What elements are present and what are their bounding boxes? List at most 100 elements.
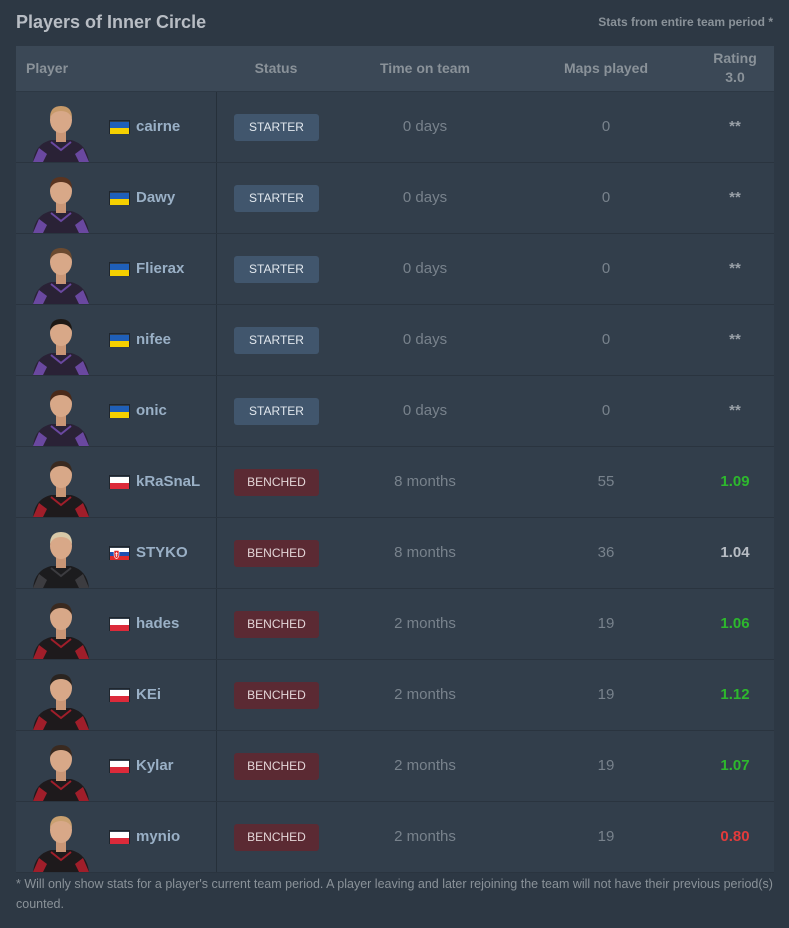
- time-on-team-value: 0 days: [402, 118, 448, 135]
- player-avatar[interactable]: [29, 169, 93, 233]
- player-avatar[interactable]: [29, 311, 93, 375]
- status-badge: BENCHED: [234, 540, 319, 567]
- player-avatar[interactable]: [29, 382, 93, 446]
- time-on-team-value: 2 months: [394, 828, 456, 845]
- rating-header-label: Rating: [713, 50, 757, 66]
- player-nickname-link[interactable]: Kylar: [136, 757, 174, 774]
- player-cell[interactable]: cairne: [16, 92, 217, 162]
- status-badge: BENCHED: [234, 824, 319, 851]
- rating-header-version: 3.0: [725, 69, 745, 85]
- rating-value: 1.12: [720, 686, 750, 703]
- maps-played-value: 0: [601, 331, 611, 348]
- player-cell[interactable]: Dawy: [16, 163, 217, 233]
- ukraine-flag-icon: [109, 404, 130, 418]
- time-on-team-value: 0 days: [402, 189, 448, 206]
- table-row: hades BENCHED 2 months 19 1.06: [16, 589, 774, 660]
- section-header: Players of Inner Circle Stats from entir…: [0, 0, 789, 46]
- time-on-team-value: 0 days: [402, 402, 448, 419]
- rating-value: **: [729, 402, 741, 419]
- rating-value: **: [729, 189, 741, 206]
- time-on-team-value: 2 months: [394, 757, 456, 774]
- maps-played-value: 0: [601, 260, 611, 277]
- table-row: onic STARTER 0 days 0 **: [16, 376, 774, 447]
- column-header-maps-played[interactable]: Maps played: [546, 60, 666, 76]
- table-body: cairne STARTER 0 days 0 ** Dawy STARTER 0 days 0…: [16, 92, 774, 873]
- player-avatar[interactable]: [29, 453, 93, 517]
- player-avatar[interactable]: [29, 808, 93, 872]
- rating-value: **: [729, 260, 741, 277]
- time-on-team-value: 2 months: [394, 686, 456, 703]
- maps-played-value: 0: [601, 402, 611, 419]
- table-row: Kylar BENCHED 2 months 19 1.07: [16, 731, 774, 802]
- player-avatar[interactable]: [29, 98, 93, 162]
- player-nickname-link[interactable]: Flierax: [136, 260, 184, 277]
- rating-value: **: [729, 118, 741, 135]
- status-badge: STARTER: [234, 114, 319, 141]
- player-nickname-link[interactable]: nifee: [136, 331, 171, 348]
- player-cell[interactable]: hades: [16, 589, 217, 659]
- time-on-team-value: 8 months: [394, 544, 456, 561]
- rating-value: 1.04: [720, 544, 750, 561]
- player-cell[interactable]: KEi: [16, 660, 217, 730]
- time-on-team-value: 8 months: [394, 473, 456, 490]
- slovakia-flag-icon: [109, 546, 130, 560]
- player-cell[interactable]: Kylar: [16, 731, 217, 801]
- player-nickname-link[interactable]: hades: [136, 615, 179, 632]
- player-avatar[interactable]: [29, 595, 93, 659]
- table-row: STYKO BENCHED 8 months 36 1.04: [16, 518, 774, 589]
- status-badge: STARTER: [234, 398, 319, 425]
- player-avatar[interactable]: [29, 666, 93, 730]
- player-cell[interactable]: onic: [16, 376, 217, 446]
- player-cell[interactable]: nifee: [16, 305, 217, 375]
- player-cell[interactable]: mynio: [16, 802, 217, 872]
- rating-value: 1.06: [720, 615, 750, 632]
- player-nickname-link[interactable]: onic: [136, 402, 167, 419]
- status-badge: BENCHED: [234, 753, 319, 780]
- stats-period-note: Stats from entire team period *: [598, 15, 773, 29]
- player-avatar[interactable]: [29, 524, 93, 588]
- column-header-time-on-team[interactable]: Time on team: [356, 60, 494, 76]
- column-header-rating[interactable]: Rating 3.0: [696, 49, 774, 87]
- poland-flag-icon: [109, 617, 130, 631]
- ukraine-flag-icon: [109, 120, 130, 134]
- player-avatar[interactable]: [29, 240, 93, 304]
- poland-flag-icon: [109, 759, 130, 773]
- player-nickname-link[interactable]: cairne: [136, 118, 180, 135]
- maps-played-value: 0: [601, 189, 611, 206]
- maps-played-value: 19: [597, 615, 615, 632]
- maps-played-value: 0: [601, 118, 611, 135]
- table-row: Dawy STARTER 0 days 0 **: [16, 163, 774, 234]
- maps-played-value: 36: [597, 544, 615, 561]
- player-nickname-link[interactable]: mynio: [136, 828, 180, 845]
- footnote: * Will only show stats for a player's cu…: [16, 877, 773, 911]
- column-header-player[interactable]: Player: [26, 60, 68, 76]
- rating-value: 0.80: [720, 828, 750, 845]
- page-title: Players of Inner Circle: [16, 12, 207, 32]
- time-on-team-value: 2 months: [394, 615, 456, 632]
- maps-played-value: 19: [597, 757, 615, 774]
- rating-value: **: [729, 331, 741, 348]
- table-row: kRaSnaL BENCHED 8 months 55 1.09: [16, 447, 774, 518]
- column-header-status[interactable]: Status: [234, 60, 318, 76]
- player-nickname-link[interactable]: Dawy: [136, 189, 175, 206]
- table-header: Player Status Time on team Maps played R…: [16, 46, 774, 92]
- maps-played-value: 55: [597, 473, 615, 490]
- table-row: KEi BENCHED 2 months 19 1.12: [16, 660, 774, 731]
- player-cell[interactable]: Flierax: [16, 234, 217, 304]
- rating-value: 1.07: [720, 757, 750, 774]
- player-avatar[interactable]: [29, 737, 93, 801]
- ukraine-flag-icon: [109, 333, 130, 347]
- poland-flag-icon: [109, 688, 130, 702]
- time-on-team-value: 0 days: [402, 260, 448, 277]
- poland-flag-icon: [109, 475, 130, 489]
- status-badge: BENCHED: [234, 469, 319, 496]
- player-cell[interactable]: kRaSnaL: [16, 447, 217, 517]
- player-cell[interactable]: STYKO: [16, 518, 217, 588]
- player-nickname-link[interactable]: KEi: [136, 686, 161, 703]
- poland-flag-icon: [109, 830, 130, 844]
- player-nickname-link[interactable]: STYKO: [136, 544, 188, 561]
- rating-value: 1.09: [720, 473, 750, 490]
- player-nickname-link[interactable]: kRaSnaL: [136, 473, 200, 490]
- status-badge: STARTER: [234, 256, 319, 283]
- table-row: Flierax STARTER 0 days 0 **: [16, 234, 774, 305]
